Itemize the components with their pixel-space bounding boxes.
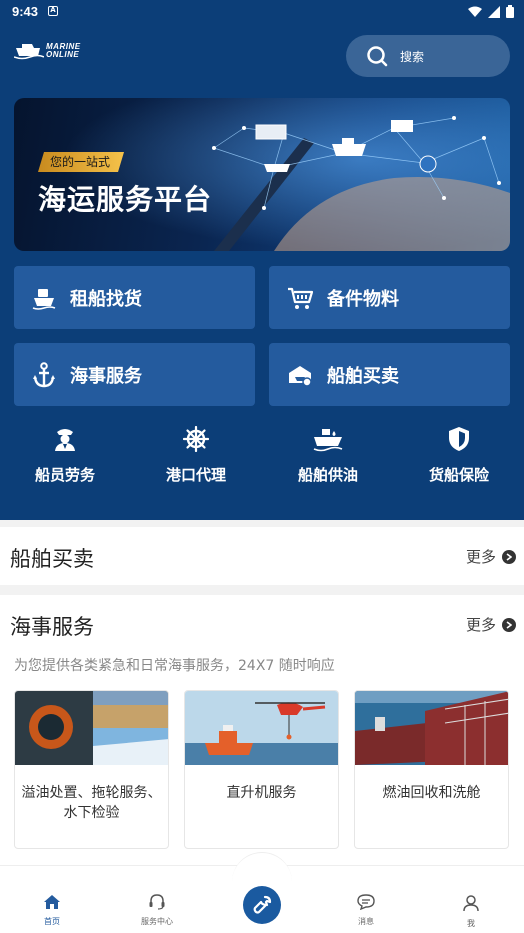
service-label: 租船找货 xyxy=(70,288,142,310)
banner-tag: 您的一站式 xyxy=(38,152,124,172)
status-bar: 9:43 A xyxy=(0,0,524,24)
more-label: 更多 xyxy=(465,548,496,566)
captain-icon xyxy=(55,429,75,451)
service-label: 港口代理 xyxy=(165,466,226,484)
service-button-ship-trade[interactable]: 船舶买卖 xyxy=(269,343,510,406)
service-card-oil-spill[interactable]: 溢油处置、拖轮服务、水下检验 xyxy=(14,690,169,849)
service-label: 船舶供油 xyxy=(297,466,358,484)
status-icons xyxy=(468,5,514,18)
anchor-icon xyxy=(33,361,55,387)
section-subtitle: 为您提供各类紧急和日常海事服务，24X7 随时响应 xyxy=(14,658,335,674)
helicopter-photo xyxy=(185,691,338,765)
wrench-icon xyxy=(253,895,272,914)
card-label: 直升机服务 xyxy=(226,785,297,801)
nav-label: 消息 xyxy=(358,917,374,926)
search-input[interactable]: 搜索 xyxy=(346,35,510,77)
service-label: 船员劳务 xyxy=(34,466,95,484)
service-card-fuel-recovery[interactable]: 燃油回收和洗舱 xyxy=(354,690,509,849)
helm-icon xyxy=(182,425,210,453)
nav-home[interactable]: 首页 xyxy=(22,894,82,927)
card-label: 燃油回收和洗舱 xyxy=(382,785,481,801)
service-label: 备件物料 xyxy=(327,288,399,310)
section-title: 船舶买卖 xyxy=(10,547,94,571)
hero-section: MARINE ONLINE 搜索 您的一站式 海运服务平台 租船找货 备件物料 … xyxy=(0,24,524,520)
tanker-icon xyxy=(313,429,343,452)
wifi-icon xyxy=(468,6,482,17)
user-icon xyxy=(463,895,479,912)
ship-trade-icon xyxy=(289,365,312,387)
service-button-maritime[interactable]: 海事服务 xyxy=(14,343,255,406)
service-label: 货船保险 xyxy=(428,466,489,484)
service-button-charter[interactable]: 租船找货 xyxy=(14,266,255,329)
status-time: 9:43 xyxy=(12,4,39,19)
nav-label: 服务中心 xyxy=(141,917,173,926)
nav-messages[interactable]: 消息 xyxy=(336,894,396,927)
section-maritime: 海事服务 更多 为您提供各类紧急和日常海事服务，24X7 随时响应 溢油处置、拖… xyxy=(0,595,524,865)
banner-network-graphic xyxy=(14,98,510,251)
section-ship-trade: 船舶买卖 更多 xyxy=(0,527,524,585)
chevron-right-icon xyxy=(502,549,516,564)
nav-label: 首页 xyxy=(44,917,60,926)
service-label: 海事服务 xyxy=(70,365,142,387)
nav-tools-button[interactable] xyxy=(243,886,281,924)
search-icon xyxy=(367,46,388,67)
brand-line2: ONLINE xyxy=(46,50,80,59)
chevron-right-icon xyxy=(502,617,516,632)
chat-icon xyxy=(357,894,375,911)
service-crew[interactable]: 船员劳务 xyxy=(10,426,120,485)
service-insurance[interactable]: 货船保险 xyxy=(404,426,514,485)
shield-icon xyxy=(449,427,469,451)
brand-logo[interactable]: MARINE ONLINE xyxy=(14,42,81,60)
promo-banner[interactable]: 您的一站式 海运服务平台 xyxy=(14,98,510,251)
more-label: 更多 xyxy=(465,616,496,634)
tanker-deck-photo xyxy=(355,691,508,765)
search-placeholder: 搜索 xyxy=(400,49,425,64)
service-button-parts[interactable]: 备件物料 xyxy=(269,266,510,329)
bottom-nav: 首页 服务中心 消息 我 xyxy=(0,852,524,933)
more-link[interactable]: 更多 xyxy=(466,614,516,635)
home-icon xyxy=(44,895,60,909)
service-label: 船舶买卖 xyxy=(327,365,399,387)
nav-label: 我 xyxy=(467,919,475,928)
nav-me[interactable]: 我 xyxy=(441,894,501,929)
section-title: 海事服务 xyxy=(10,615,94,639)
banner-title: 海运服务平台 xyxy=(38,183,213,216)
ship-cargo-icon xyxy=(32,288,56,310)
service-card-helicopter[interactable]: 直升机服务 xyxy=(184,690,339,849)
nav-service-center[interactable]: 服务中心 xyxy=(127,894,187,927)
more-link[interactable]: 更多 xyxy=(466,546,516,567)
headset-icon xyxy=(149,894,165,910)
cart-icon xyxy=(288,287,313,309)
service-port-agent[interactable]: 港口代理 xyxy=(141,425,251,485)
signal-icon xyxy=(488,5,500,18)
oil-spill-photo xyxy=(15,691,168,765)
ship-logo-icon xyxy=(14,44,44,60)
notification-icon: A xyxy=(48,6,58,16)
service-bunkering[interactable]: 船舶供油 xyxy=(273,426,383,485)
card-label: 溢油处置、拖轮服务、水下检验 xyxy=(21,785,162,821)
battery-icon xyxy=(506,5,514,18)
